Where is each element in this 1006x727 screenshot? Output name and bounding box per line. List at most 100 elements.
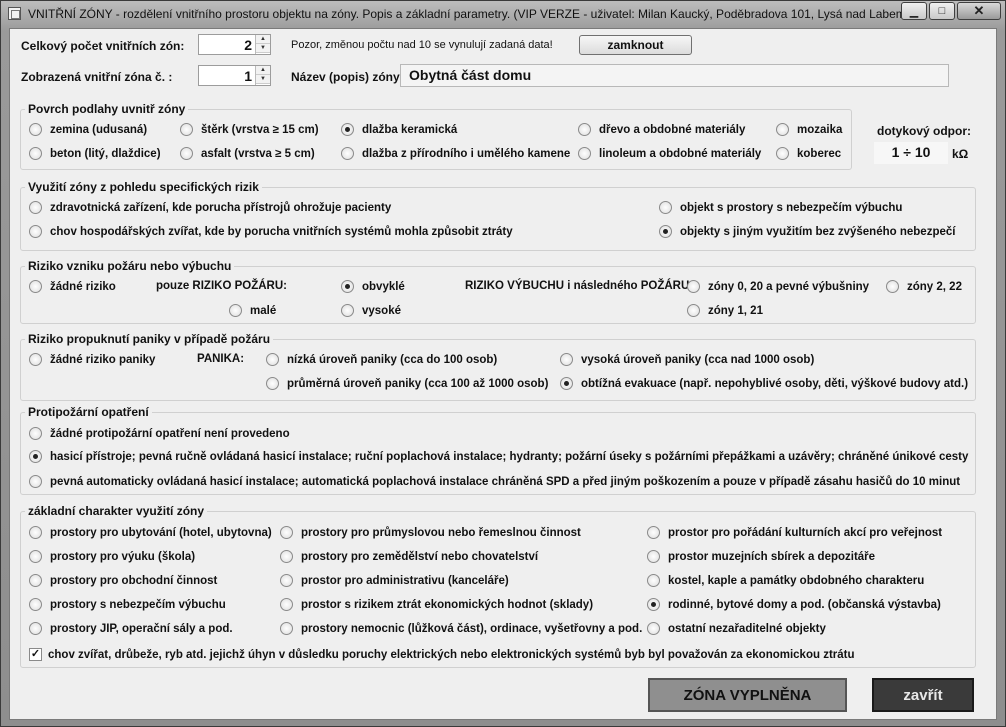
maximize-icon: □ [938, 5, 946, 17]
zone-done-button[interactable]: ZÓNA VYPLNĚNA [648, 678, 847, 712]
panic-group [20, 339, 976, 401]
spin-down-icon[interactable]: ▼ [256, 44, 270, 53]
risk-use-group-title: Využití zóny z pohledu specifických rizi… [25, 180, 262, 194]
character-option-label: prostory pro obchodní činnost [50, 574, 218, 587]
protection-option[interactable]: hasicí přístroje; pevná ručně ovládaná h… [29, 450, 968, 463]
fire-option[interactable]: obvyklé [341, 280, 405, 293]
zone-display-value: 1 [244, 68, 252, 84]
character-option-label: prostor muzejních sbírek a depozitáře [668, 550, 876, 563]
floor-option[interactable]: asfalt (vrstva ≥ 5 cm) [180, 147, 315, 160]
risk-use-option[interactable]: objekty s jiným využitím bez zvýšeného n… [659, 225, 955, 238]
protection-group-title: Protipožární opatření [25, 405, 152, 419]
minimize-button[interactable]: ▁ [901, 2, 927, 20]
risk-use-option[interactable]: chov hospodářských zvířat, kde by poruch… [29, 225, 513, 238]
radio-icon [280, 598, 293, 611]
fire-option[interactable]: zóny 0, 20 a pevné výbušniny [687, 280, 869, 293]
fire-option-label: zóny 1, 21 [708, 304, 763, 317]
floor-option[interactable]: dlažba keramická [341, 123, 457, 136]
radio-icon [647, 526, 660, 539]
floor-option[interactable]: koberec [776, 147, 841, 160]
character-option[interactable]: prostor pro administrativu (kanceláře) [280, 574, 509, 587]
panic-option[interactable]: obtížná evakuace (např. nepohyblivé osob… [560, 377, 968, 390]
radio-icon [659, 225, 672, 238]
panic-option[interactable]: průměrná úroveň paniky (cca 100 až 1000 … [266, 377, 548, 390]
character-option[interactable]: prostory pro výuku (škola) [29, 550, 195, 563]
floor-option-label: linoleum a obdobné materiály [599, 147, 762, 160]
character-option-label: prostory pro zemědělství nebo chovatelst… [301, 550, 539, 563]
spin-down-icon[interactable]: ▼ [256, 75, 270, 84]
animals-checkbox[interactable]: ✓ chov zvířat, drůbeže, ryb atd. jejichž… [29, 648, 855, 661]
character-option[interactable]: prostor pro pořádání kulturních akcí pro… [647, 526, 942, 539]
protection-option[interactable]: žádné protipožární opatření není provede… [29, 427, 290, 440]
panic-option[interactable]: vysoká úroveň paniky (cca nad 1000 osob) [560, 353, 814, 366]
floor-option[interactable]: zemina (udusaná) [29, 123, 147, 136]
floor-option-label: zemina (udusaná) [50, 123, 148, 136]
fire-option[interactable]: zóny 2, 22 [886, 280, 962, 293]
character-option[interactable]: prostor s rizikem ztrát ekonomických hod… [280, 598, 593, 611]
radio-icon [29, 574, 42, 587]
close-window-button[interactable]: ✕ [957, 2, 1001, 20]
app-icon [8, 7, 21, 20]
character-option[interactable]: prostory pro obchodní činnost [29, 574, 217, 587]
risk-use-group [20, 187, 976, 251]
character-option[interactable]: ostatní nezařaditelné objekty [647, 622, 826, 635]
risk-use-option-label: zdravotnická zařízení, kde porucha příst… [50, 201, 392, 214]
panic-option[interactable]: nízká úroveň paniky (cca do 100 osob) [266, 353, 497, 366]
protection-option-label: žádné protipožární opatření není provede… [50, 427, 290, 440]
panic-label: PANIKA: [197, 353, 245, 365]
radio-icon [180, 147, 193, 160]
protection-option[interactable]: pevná automaticky ovládaná hasicí instal… [29, 475, 960, 488]
spin-up-icon[interactable]: ▲ [256, 66, 270, 75]
radio-icon [647, 550, 660, 563]
character-option[interactable]: rodinné, bytové domy a pod. (občanská vý… [647, 598, 941, 611]
radio-icon [29, 427, 42, 440]
fire-option[interactable]: malé [229, 304, 276, 317]
character-option[interactable]: prostory nemocnic (lůžková část), ordina… [280, 622, 642, 635]
fire-option[interactable]: zóny 1, 21 [687, 304, 763, 317]
radio-icon [29, 123, 42, 136]
close-button[interactable]: zavřít [872, 678, 974, 712]
risk-use-option[interactable]: zdravotnická zařízení, kde porucha příst… [29, 201, 391, 214]
panic-option[interactable]: žádné riziko paniky [29, 353, 155, 366]
character-option[interactable]: prostor muzejních sbírek a depozitáře [647, 550, 875, 563]
explosion-label: RIZIKO VÝBUCHU i následného POŽÁRU: [465, 280, 694, 292]
radio-icon [29, 147, 42, 160]
character-option[interactable]: prostory pro ubytování (hotel, ubytovna) [29, 526, 272, 539]
radio-icon [29, 353, 42, 366]
floor-option[interactable]: mozaika [776, 123, 842, 136]
risk-use-option-label: objekty s jiným využitím bez zvýšeného n… [680, 225, 956, 238]
radio-icon [29, 450, 42, 463]
floor-option[interactable]: beton (litý, dlaždice) [29, 147, 161, 160]
character-option[interactable]: prostory pro zemědělství nebo chovatelst… [280, 550, 538, 563]
character-option[interactable]: kostel, kaple a památky obdobného charak… [647, 574, 924, 587]
character-option[interactable]: prostory pro průmyslovou nebo řemeslnou … [280, 526, 581, 539]
warning-text: Pozor, změnou počtu nad 10 se vynulují z… [291, 39, 553, 51]
floor-option[interactable]: dlažba z přírodního i umělého kamene [341, 147, 570, 160]
radio-icon [280, 526, 293, 539]
window-controls: ▁ □ ✕ [901, 2, 1001, 20]
panic-option-label: žádné riziko paniky [50, 353, 156, 366]
character-option[interactable]: prostory s nebezpečím výbuchu [29, 598, 226, 611]
spin-up-icon[interactable]: ▲ [256, 35, 270, 44]
character-option[interactable]: prostory JIP, operační sály a pod. [29, 622, 233, 635]
character-group-title: základní charakter využití zóny [25, 504, 208, 518]
floor-option[interactable]: štěrk (vrstva ≥ 15 cm) [180, 123, 319, 136]
zone-count-stepper[interactable]: 2 ▲ ▼ [198, 34, 271, 55]
window-title: VNITŘNÍ ZÓNY - rozdělení vnitřního prost… [28, 7, 906, 21]
fire-option[interactable]: vysoké [341, 304, 401, 317]
animals-checkbox-label: chov zvířat, drůbeže, ryb atd. jejichž ú… [48, 648, 855, 661]
contact-resistance-unit: kΩ [952, 147, 969, 161]
zone-display-stepper[interactable]: 1 ▲ ▼ [198, 65, 271, 86]
radio-icon [229, 304, 242, 317]
floor-option[interactable]: dřevo a obdobné materiály [578, 123, 745, 136]
zone-name-input[interactable]: Obytná část domu [400, 64, 949, 87]
floor-option[interactable]: linoleum a obdobné materiály [578, 147, 761, 160]
fire-group-title: Riziko vzniku požáru nebo výbuchu [25, 259, 235, 273]
fire-option[interactable]: žádné riziko [29, 280, 116, 293]
maximize-button[interactable]: □ [929, 2, 955, 20]
floor-option-label: koberec [797, 147, 842, 160]
radio-icon [687, 304, 700, 317]
risk-use-option[interactable]: objekt s prostory s nebezpečím výbuchu [659, 201, 902, 214]
radio-icon [280, 622, 293, 635]
lock-button[interactable]: zamknout [579, 35, 692, 55]
